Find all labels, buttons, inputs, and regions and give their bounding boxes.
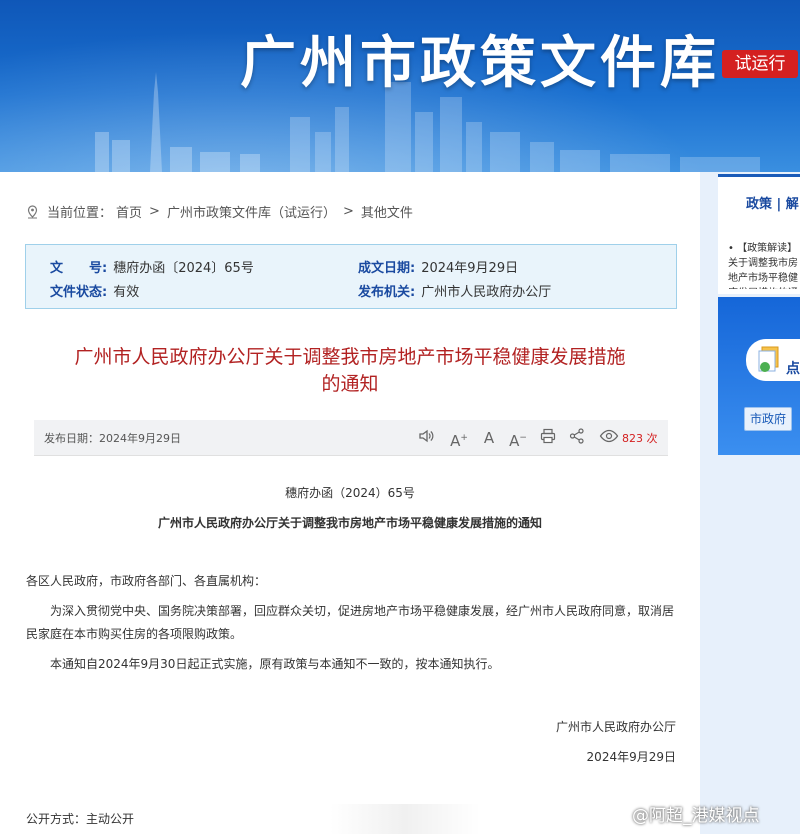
status-label: 文件状态:	[50, 285, 108, 300]
article-toolbar: 发布日期：2024年9月29日 A+ A A− 823 次	[34, 420, 668, 456]
body-paragraph-2: 本通知自2024年9月30日起正式实施，原有政策与本通知不一致的，按本通知执行。	[50, 657, 500, 671]
trial-badge: 试运行	[722, 50, 798, 78]
font-increase-icon[interactable]: A+	[448, 427, 470, 450]
font-normal-icon[interactable]: A	[478, 427, 500, 449]
issuer-label: 发布机关:	[358, 285, 416, 300]
issuer-row: 发布机关: 广州市人民政府办公厅	[358, 281, 551, 300]
speaker-icon[interactable]	[415, 427, 437, 449]
breadcrumb-separator: >	[149, 204, 160, 219]
signature-org: 广州市人民政府办公厅	[555, 720, 676, 734]
body-doc-number: 穗府办函（2024）65号	[285, 486, 415, 500]
watermark-fade	[330, 804, 480, 834]
location-pin-icon	[27, 204, 38, 218]
policy-interpretation-card: 政策 | 解 • 【政策解读】关于调整我市房地产市场平稳健康发展措施的通知	[718, 174, 800, 294]
creation-date-row: 成文日期: 2024年9月29日	[358, 257, 518, 276]
weibo-logo-icon	[601, 804, 626, 823]
status-row: 文件状态: 有效	[50, 281, 139, 300]
view-count-number: 823	[622, 432, 643, 445]
body-paragraph-1: 为深入贯彻党中央、国务院决策部署，回应群众关切，促进房地产市场平稳健康发展，经广…	[26, 604, 675, 641]
sidebar-promo-card: 点 市政府	[718, 297, 800, 455]
body-subtitle: 广州市人民政府办公厅关于调整我市房地产市场平稳健康发展措施的通知	[157, 516, 542, 530]
watermark-text: @阿超_港媒视点	[632, 805, 760, 826]
city-government-button[interactable]: 市政府	[744, 407, 792, 431]
breadcrumb-policy-library[interactable]: 广州市政策文件库（试运行）	[167, 202, 336, 221]
doc-number-label: 文 号:	[50, 261, 108, 276]
document-title-line: 广州市人民政府办公厅关于调整我市房地产市场平稳健康发展措施	[74, 346, 626, 368]
sidebar-news-item[interactable]: • 【政策解读】关于调整我市房地产市场平稳健康发展措施的通知	[728, 241, 800, 289]
document-stack-icon	[758, 346, 779, 372]
print-icon[interactable]	[537, 427, 559, 449]
breadcrumb-other-docs[interactable]: 其他文件	[361, 202, 413, 221]
eye-icon	[598, 427, 620, 449]
signature-date: 2024年9月29日	[586, 750, 676, 764]
issuer-value: 广州市人民政府办公厅	[421, 285, 552, 300]
document-title: 广州市人民政府办公厅关于调整我市房地产市场平稳健康发展措施 的通知	[40, 344, 660, 398]
page: 广州市政策文件库 试运行 当前位置： 首页 > 广州市政策文件库（试运行） > …	[0, 0, 800, 834]
view-count-unit: 次	[646, 432, 658, 445]
salutation: 各区人民政府，市政府各部门、各直属机构：	[26, 574, 267, 588]
doc-number-value: 穗府办函〔2024〕65号	[113, 261, 254, 276]
creation-date-value: 2024年9月29日	[421, 261, 519, 276]
share-icon[interactable]	[566, 427, 588, 449]
breadcrumb-prefix: 当前位置：	[47, 206, 113, 221]
font-decrease-icon[interactable]: A−	[507, 427, 529, 450]
sidebar-tabs[interactable]: 政策 | 解	[746, 193, 799, 212]
document-title-line: 的通知	[321, 373, 379, 395]
breadcrumb: 当前位置： 首页 > 广州市政策文件库（试运行） > 其他文件	[26, 202, 413, 221]
creation-date-label: 成文日期:	[358, 261, 416, 276]
view-count: 823 次	[622, 430, 658, 446]
breadcrumb-home[interactable]: 首页	[116, 202, 142, 221]
status-value: 有效	[113, 285, 140, 300]
breadcrumb-separator: >	[342, 204, 354, 219]
watermark: @阿超_港媒视点	[600, 798, 800, 828]
disclosure-method: 公开方式：主动公开	[26, 812, 135, 826]
document-info-box: 文 号: 穗府办函〔2024〕65号 成文日期: 2024年9月29日 文件状态…	[25, 244, 677, 309]
site-banner: 广州市政策文件库 试运行	[0, 0, 800, 172]
site-title: 广州市政策文件库	[240, 30, 720, 96]
publish-date: 发布日期：2024年9月29日	[44, 432, 181, 445]
sidebar-pill-text: 点	[786, 361, 800, 377]
doc-number-row: 文 号: 穗府办函〔2024〕65号	[50, 257, 254, 276]
